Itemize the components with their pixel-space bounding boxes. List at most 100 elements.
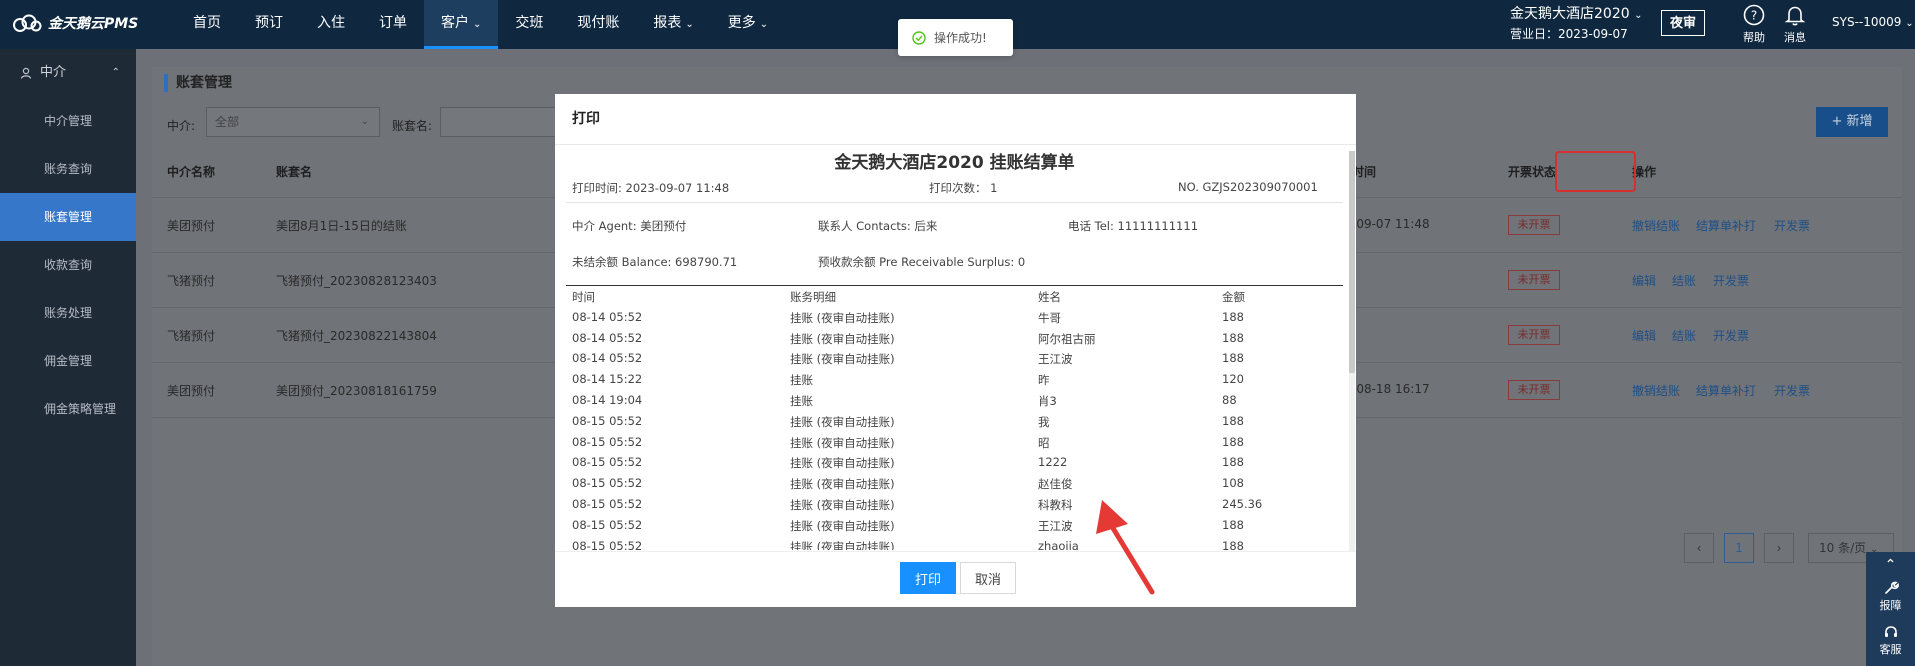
agent-filter-value: 全部 [215,115,240,129]
sidebar-item-payment-query[interactable]: 收款查询 [0,241,136,289]
nav-label: 报表 [653,15,682,31]
status-badge: 未开票 [1508,270,1560,290]
scrollbar-thumb[interactable] [1349,151,1355,373]
statement-agent: 中介 Agent: 美团预付 [572,219,687,233]
report-issue-button[interactable]: 报障 [1866,576,1915,620]
chevron-down-icon: ⌄ [473,19,482,30]
sidebar-item-commission-strategy[interactable]: 佣金策略管理 [0,385,136,433]
divider [566,202,1343,203]
account-filter-input[interactable] [440,107,560,137]
nav-more[interactable]: 更多 ⌄ [711,0,785,49]
logo-text: 金天鹅云PMS [48,16,139,32]
print-dialog: 打印 金天鹅大酒店2020 挂账结算单 打印时间: 2023-09-07 11:… [555,94,1356,607]
nav-label: 更多 [727,15,756,31]
chevron-down-icon: ⌄ [685,19,694,30]
statement-title: 金天鹅大酒店2020 挂账结算单 [834,153,1075,173]
nav-checkin[interactable]: 入住 [300,0,362,49]
divider [566,285,1343,286]
nav-reports[interactable]: 报表 ⌄ [636,0,710,49]
checkout-link[interactable]: 结账 [1672,272,1696,289]
toast-text: 操作成功! [934,31,987,45]
check-circle-icon [912,30,926,45]
reprint-statement-link[interactable]: 结算单补打 [1696,217,1756,234]
status-badge: 未开票 [1508,325,1560,345]
sidebar-item-account-set-management[interactable]: 账套管理 [0,193,136,241]
help-button[interactable]: ? 帮助 [1734,4,1774,45]
prev-page-button[interactable]: ‹ [1684,533,1714,563]
issue-invoice-link[interactable]: 开发票 [1713,272,1749,289]
dialog-title: 打印 [555,94,1356,145]
wrench-icon [1884,581,1899,594]
print-button[interactable]: 打印 [900,562,956,594]
night-audit-button[interactable]: 夜审 [1661,10,1705,36]
checkout-link[interactable]: 结账 [1672,327,1696,344]
service-label: 客服 [1879,643,1902,656]
nav-label: 首页 [193,15,221,31]
page-size-value: 10 条/页 [1819,541,1867,555]
issue-invoice-link[interactable]: 开发票 [1774,217,1810,234]
success-toast: 操作成功! [898,19,1013,56]
status-badge: 未开票 [1508,380,1560,400]
report-label: 报障 [1879,599,1902,612]
preview-scrollbar[interactable] [1349,151,1355,551]
nav-home[interactable]: 首页 [176,0,238,49]
messages-button[interactable]: 消息 [1775,4,1815,45]
sidebar-group-agent[interactable]: 中介 ⌃ [0,49,136,97]
nav-label: 预订 [255,15,283,31]
table-cell-time: -09-07 11:48 [1352,217,1430,231]
nav-label: 现付账 [577,15,620,31]
chevron-down-icon: ⌄ [1905,18,1914,29]
nav-shift[interactable]: 交班 [498,0,560,49]
table-cell-time: -08-18 16:17 [1352,382,1430,396]
bell-icon [1784,6,1806,26]
statement-number: NO. GZJS202309070001 [1178,180,1318,194]
sidebar-item-account-processing[interactable]: 账务处理 [0,289,136,337]
table-cell-account: 美团预付_20230818161759 [276,384,437,398]
chevron-up-icon[interactable]: ⌃ [1866,552,1915,576]
nav-customers[interactable]: 客户 ⌄ [424,0,499,49]
statement-preview[interactable]: 金天鹅大酒店2020 挂账结算单 打印时间: 2023-09-07 11:48 … [566,152,1343,550]
undo-checkout-link[interactable]: 撤销结账 [1632,382,1680,399]
undo-checkout-link[interactable]: 撤销结账 [1632,217,1680,234]
edit-link[interactable]: 编辑 [1632,327,1656,344]
app-logo[interactable]: 金天鹅云PMS [12,13,138,33]
user-icon [20,67,32,79]
main-nav: 首页 预订 入住 订单 客户 ⌄ 交班 现付账 报表 ⌄ 更多 ⌄ [176,0,785,49]
column-header-agent: 中介名称 [167,165,216,179]
statement-balance: 未结余额 Balance: 698790.71 [572,255,738,269]
next-page-button[interactable]: › [1764,533,1794,563]
nav-cash-account[interactable]: 现付账 [560,0,636,49]
sidebar-item-agent-management[interactable]: 中介管理 [0,97,136,145]
nav-orders[interactable]: 订单 [362,0,424,49]
floating-tools: ⌃ 报障 客服 [1866,552,1915,666]
issue-invoice-link[interactable]: 开发票 [1774,382,1810,399]
hotel-selector[interactable]: 金天鹅大酒店2020 ⌄ 营业日：2023-09-07 [1510,5,1642,43]
agent-filter-label: 中介: [167,119,196,133]
add-button[interactable]: + 新增 [1816,107,1888,137]
help-label: 帮助 [1743,31,1765,44]
sidebar-group-label: 中介 [40,65,67,80]
cloud-logo-icon [13,14,42,32]
nav-reservation[interactable]: 预订 [238,0,300,49]
agent-filter-select[interactable]: 全部 ⌄ [206,107,380,137]
issue-invoice-link[interactable]: 开发票 [1713,327,1749,344]
reprint-statement-link[interactable]: 结算单补打 [1696,382,1756,399]
svg-text:?: ? [1751,9,1757,23]
headset-icon [1884,626,1897,637]
user-menu[interactable]: SYS--10009 ⌄ [1832,15,1914,29]
dialog-footer: 打印 取消 [555,551,1356,607]
annotation-arrow-icon [1096,500,1155,595]
table-cell-account: 飞猪预付_20230828123403 [276,274,437,288]
chevron-down-icon: ⌄ [360,116,369,127]
chevron-right-icon: › [1776,541,1782,555]
nav-label: 客户 [441,15,469,31]
statement-phone: 电话 Tel: 11111111111 [1068,219,1199,233]
sidebar-item-commission-management[interactable]: 佣金管理 [0,337,136,385]
sidebar-item-account-query[interactable]: 账务查询 [0,145,136,193]
customer-service-button[interactable]: 客服 [1866,620,1915,664]
edit-link[interactable]: 编辑 [1632,272,1656,289]
business-day: 营业日：2023-09-07 [1510,27,1628,41]
page-number-button[interactable]: 1 [1724,533,1754,563]
column-header-account: 账套名 [276,165,313,179]
cancel-button[interactable]: 取消 [960,562,1016,594]
